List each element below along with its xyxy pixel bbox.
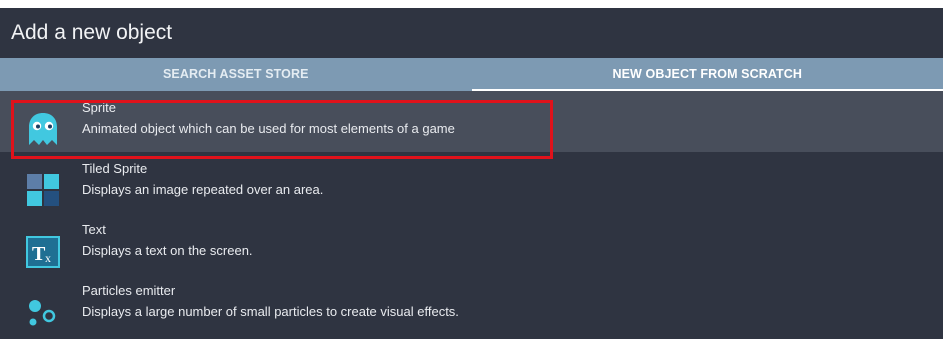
particles-emitter-icon xyxy=(29,300,56,326)
svg-text:T: T xyxy=(32,243,46,265)
list-item-title: Sprite xyxy=(82,100,116,115)
dialog-title: Add a new object xyxy=(0,8,943,58)
list-item-sprite[interactable]: Sprite Animated object which can be used… xyxy=(0,91,943,152)
list-item-description: Displays a text on the screen. xyxy=(82,243,253,258)
list-item-tiled-sprite[interactable]: Tiled Sprite Displays an image repeated … xyxy=(0,152,943,213)
list-item-title: Particles emitter xyxy=(82,283,176,298)
tiled-sprite-icon xyxy=(27,174,59,206)
tab-new-object-from-scratch[interactable]: NEW OBJECT FROM SCRATCH xyxy=(471,58,943,91)
add-object-dialog: Add a new object SEARCH ASSET STORE NEW … xyxy=(0,8,943,339)
list-item-text[interactable]: T x Text Displays a text on the screen. xyxy=(0,213,943,274)
svg-text:x: x xyxy=(45,251,51,265)
tab-bar: SEARCH ASSET STORE NEW OBJECT FROM SCRAT… xyxy=(0,58,943,91)
document-text-fragment xyxy=(0,0,943,8)
tab-search-asset-store[interactable]: SEARCH ASSET STORE xyxy=(0,58,472,91)
list-item-description: Animated object which can be used for mo… xyxy=(82,121,455,136)
list-item-title: Text xyxy=(82,222,106,237)
object-type-list: Sprite Animated object which can be used… xyxy=(0,91,943,335)
list-item-title: Tiled Sprite xyxy=(82,161,148,176)
text-object-icon: T x xyxy=(26,236,60,268)
list-item-description: Displays a large number of small particl… xyxy=(82,304,459,319)
list-item-description: Displays an image repeated over an area. xyxy=(82,182,324,197)
list-item-particles-emitter[interactable]: Particles emitter Displays a large numbe… xyxy=(0,274,943,335)
ghost-sprite-icon xyxy=(29,113,57,145)
